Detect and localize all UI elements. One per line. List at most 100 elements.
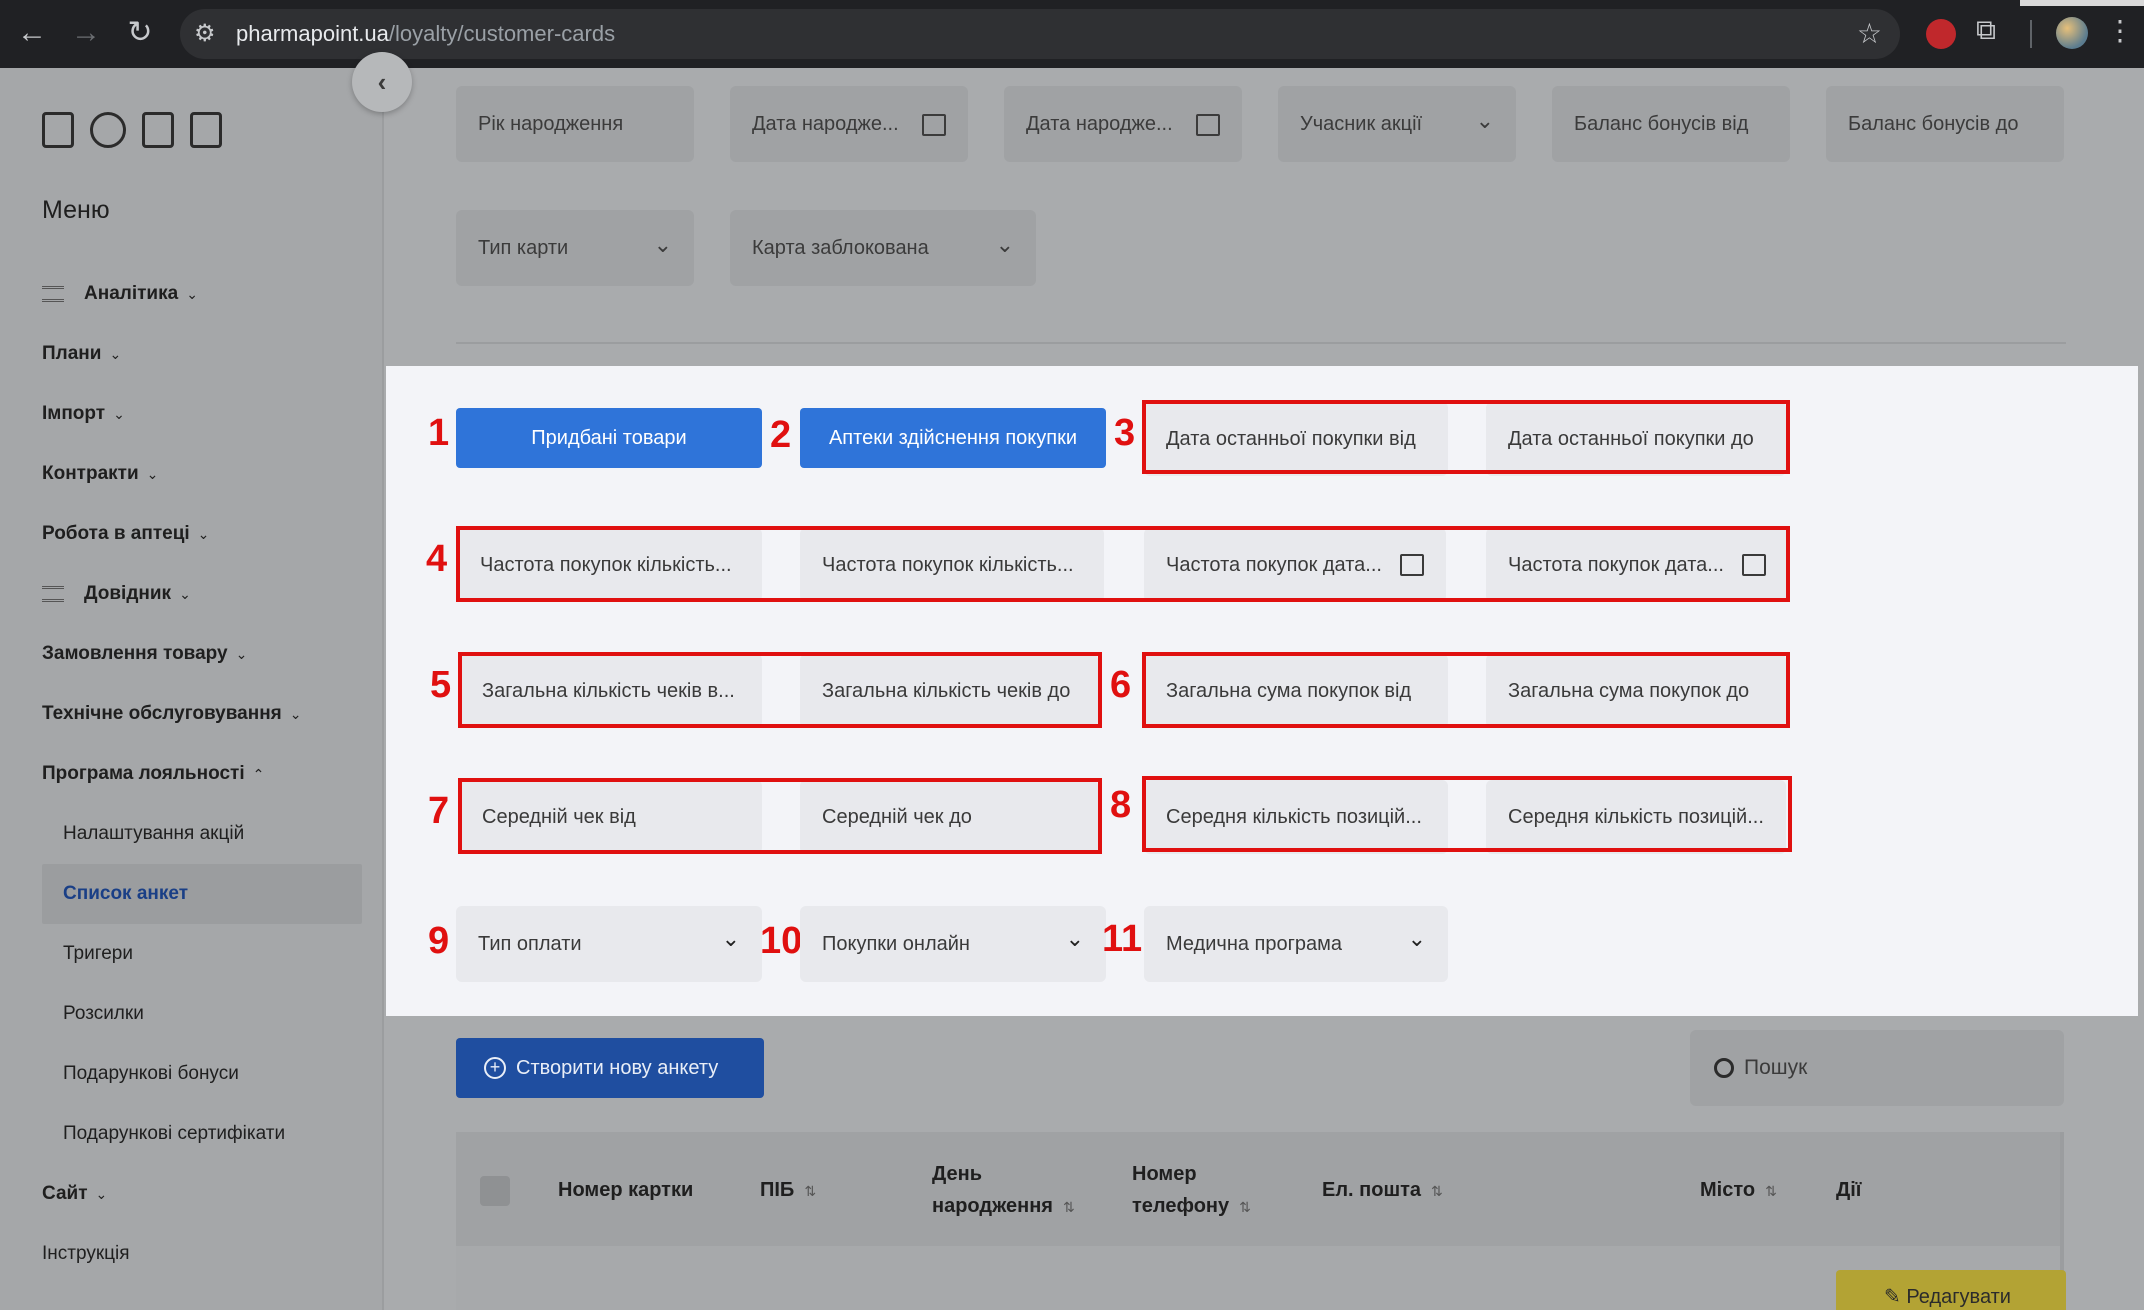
sidebar: Меню Аналітика ⌄ Плани ⌄ Імпорт ⌄ Контракти… [0, 68, 384, 1310]
birth-date-from-field[interactable]: Дата народже... [730, 86, 968, 162]
sidebar-item-instructions[interactable]: Інструкція [42, 1224, 362, 1284]
back-icon[interactable]: ← [14, 18, 50, 48]
column-birthday[interactable]: День народження ⇅ [932, 1158, 1075, 1223]
chevron-down-icon: ⌄ [179, 585, 191, 602]
annotation-number-10: 10 [760, 920, 803, 962]
sidebar-item-contracts[interactable]: Контракти ⌄ [42, 444, 362, 504]
collapse-sidebar-button[interactable]: ‹ [352, 52, 412, 112]
chevron-down-icon: ⌄ [289, 705, 302, 722]
sidebar-item-triggers[interactable]: Тригери [42, 924, 362, 984]
menu-title: Меню [42, 196, 110, 224]
sidebar-item-gift-bonuses[interactable]: Подарункові бонуси [42, 1044, 362, 1104]
forward-icon[interactable]: → [68, 18, 104, 48]
sidebar-item-forms-list[interactable]: Список анкет [42, 864, 362, 924]
sidebar-item-maintenance[interactable]: Технічне обслуговування ⌄ [42, 684, 362, 744]
promo-participant-select[interactable]: Учасник акції ⌄ [1278, 86, 1516, 162]
sidebar-item-orders[interactable]: Замовлення товару ⌄ [42, 624, 362, 684]
book-icon[interactable] [190, 112, 222, 148]
reload-icon[interactable]: ↻ [122, 18, 158, 48]
column-email[interactable]: Ел. пошта ⇅ [1322, 1174, 1443, 1207]
column-actions: Дії [1836, 1179, 1862, 1201]
chevron-down-icon: ⌄ [113, 405, 125, 422]
pencil-icon: ✎ [1884, 1286, 1907, 1308]
sort-icon[interactable]: ⇅ [1765, 1183, 1777, 1199]
chevron-down-icon: ⌄ [235, 645, 248, 662]
payment-type-select[interactable]: Тип оплати ⌄ [456, 906, 762, 982]
bonus-balance-from-field[interactable]: Баланс бонусів від [1552, 86, 1790, 162]
table-header: Номер картки ПІБ ⇅ День народження ⇅ Номер т… [456, 1132, 2060, 1246]
annotation-box-5 [458, 652, 1102, 728]
sidebar-item-promo-settings[interactable]: Налаштування акцій [42, 804, 362, 864]
birth-year-field[interactable]: Рік народження [456, 86, 694, 162]
sidebar-item-reference[interactable]: Довідник ⌄ [42, 564, 362, 624]
sidebar-item-pharmacy-work[interactable]: Робота в аптеці ⌄ [42, 504, 362, 564]
sort-icon[interactable]: ⇅ [1239, 1199, 1251, 1215]
annotation-number-1: 1 [428, 412, 450, 454]
sidebar-item-gift-certificates[interactable]: Подарункові сертифікати [42, 1104, 362, 1164]
chevron-down-icon: ⌄ [653, 232, 672, 257]
search-input[interactable]: Пошук [1690, 1030, 2064, 1106]
annotation-box-7 [458, 778, 1102, 854]
grid-icon [42, 286, 64, 302]
archive-icon[interactable] [42, 112, 74, 148]
bonus-balance-to-field[interactable]: Баланс бонусів до [1826, 86, 2064, 162]
sidebar-item-site[interactable]: Сайт ⌄ [42, 1164, 362, 1224]
sidebar-item-loyalty[interactable]: Програма лояльності ⌃ [42, 744, 362, 804]
extensions-puzzle-icon[interactable]: ⧉ [1976, 14, 1996, 47]
annotation-number-5: 5 [430, 664, 452, 706]
select-all-checkbox[interactable] [480, 1176, 510, 1206]
search-icon [1714, 1058, 1734, 1078]
sort-icon[interactable]: ⇅ [804, 1183, 816, 1199]
purchase-pharmacies-button[interactable]: Аптеки здійснення покупки [800, 408, 1106, 468]
document-icon[interactable] [142, 112, 174, 148]
birth-date-to-field[interactable]: Дата народже... [1004, 86, 1242, 162]
annotation-number-8: 8 [1110, 784, 1132, 826]
site-info-icon[interactable]: ⚙ [194, 19, 216, 48]
sort-icon[interactable]: ⇅ [1063, 1199, 1075, 1215]
chevron-down-icon: ⌄ [186, 285, 198, 302]
column-city[interactable]: Місто ⇅ [1700, 1174, 1777, 1207]
create-form-button[interactable]: + Створити нову анкету [456, 1038, 764, 1098]
card-type-select[interactable]: Тип карти ⌄ [456, 210, 694, 286]
customer-cards-table: Номер картки ПІБ ⇅ День народження ⇅ Номер т… [456, 1132, 2064, 1310]
column-full-name[interactable]: ПІБ ⇅ [760, 1174, 816, 1207]
sidebar-top-icons [42, 112, 222, 148]
plus-circle-icon: + [484, 1057, 506, 1079]
chevron-down-icon: ⌄ [1475, 108, 1494, 133]
more-menu-icon[interactable]: ⋮ [2106, 14, 2134, 47]
chevron-down-icon: ⌄ [197, 525, 210, 542]
chevron-down-icon: ⌄ [1407, 926, 1426, 951]
extension-red-icon[interactable] [1926, 19, 1956, 49]
sort-icon[interactable]: ⇅ [1431, 1183, 1443, 1199]
tooltip-strip [2020, 0, 2144, 6]
sidebar-item-import[interactable]: Імпорт ⌄ [42, 384, 362, 444]
annotation-number-9: 9 [428, 920, 450, 962]
column-card-number[interactable]: Номер картки [558, 1174, 693, 1206]
annotation-number-7: 7 [428, 790, 450, 832]
chevron-down-icon: ⌄ [721, 926, 740, 951]
sidebar-item-plans[interactable]: Плани ⌄ [42, 324, 362, 384]
chevron-down-icon: ⌄ [146, 465, 159, 482]
sidebar-item-mailings[interactable]: Розсилки [42, 984, 362, 1044]
profile-avatar[interactable] [2056, 17, 2088, 49]
edit-button[interactable]: ✎ Редагувати [1836, 1270, 2066, 1310]
purchased-products-button[interactable]: Придбані товари [456, 408, 762, 468]
pie-chart-icon[interactable] [90, 112, 126, 148]
calendar-icon[interactable] [1196, 114, 1220, 136]
column-phone[interactable]: Номер телефону ⇅ [1132, 1158, 1251, 1223]
annotation-box-8 [1142, 776, 1792, 852]
chevron-down-icon: ⌄ [95, 1185, 108, 1202]
calendar-icon[interactable] [922, 114, 946, 136]
chevron-down-icon: ⌄ [1065, 926, 1084, 951]
medical-program-select[interactable]: Медична програма ⌄ [1144, 906, 1448, 982]
annotation-box-3 [1142, 400, 1790, 474]
sidebar-item-analytics[interactable]: Аналітика ⌄ [42, 264, 362, 324]
address-bar[interactable]: ⚙ pharmapoint.ua/loyalty/customer-cards … [180, 9, 1900, 59]
bookmark-star-icon[interactable]: ☆ [1857, 17, 1882, 50]
chevron-up-icon: ⌃ [252, 765, 265, 782]
annotation-number-3: 3 [1114, 412, 1136, 454]
annotation-box-6 [1142, 652, 1790, 728]
online-purchases-select[interactable]: Покупки онлайн ⌄ [800, 906, 1106, 982]
list-icon [42, 586, 64, 602]
card-blocked-select[interactable]: Карта заблокована ⌄ [730, 210, 1036, 286]
